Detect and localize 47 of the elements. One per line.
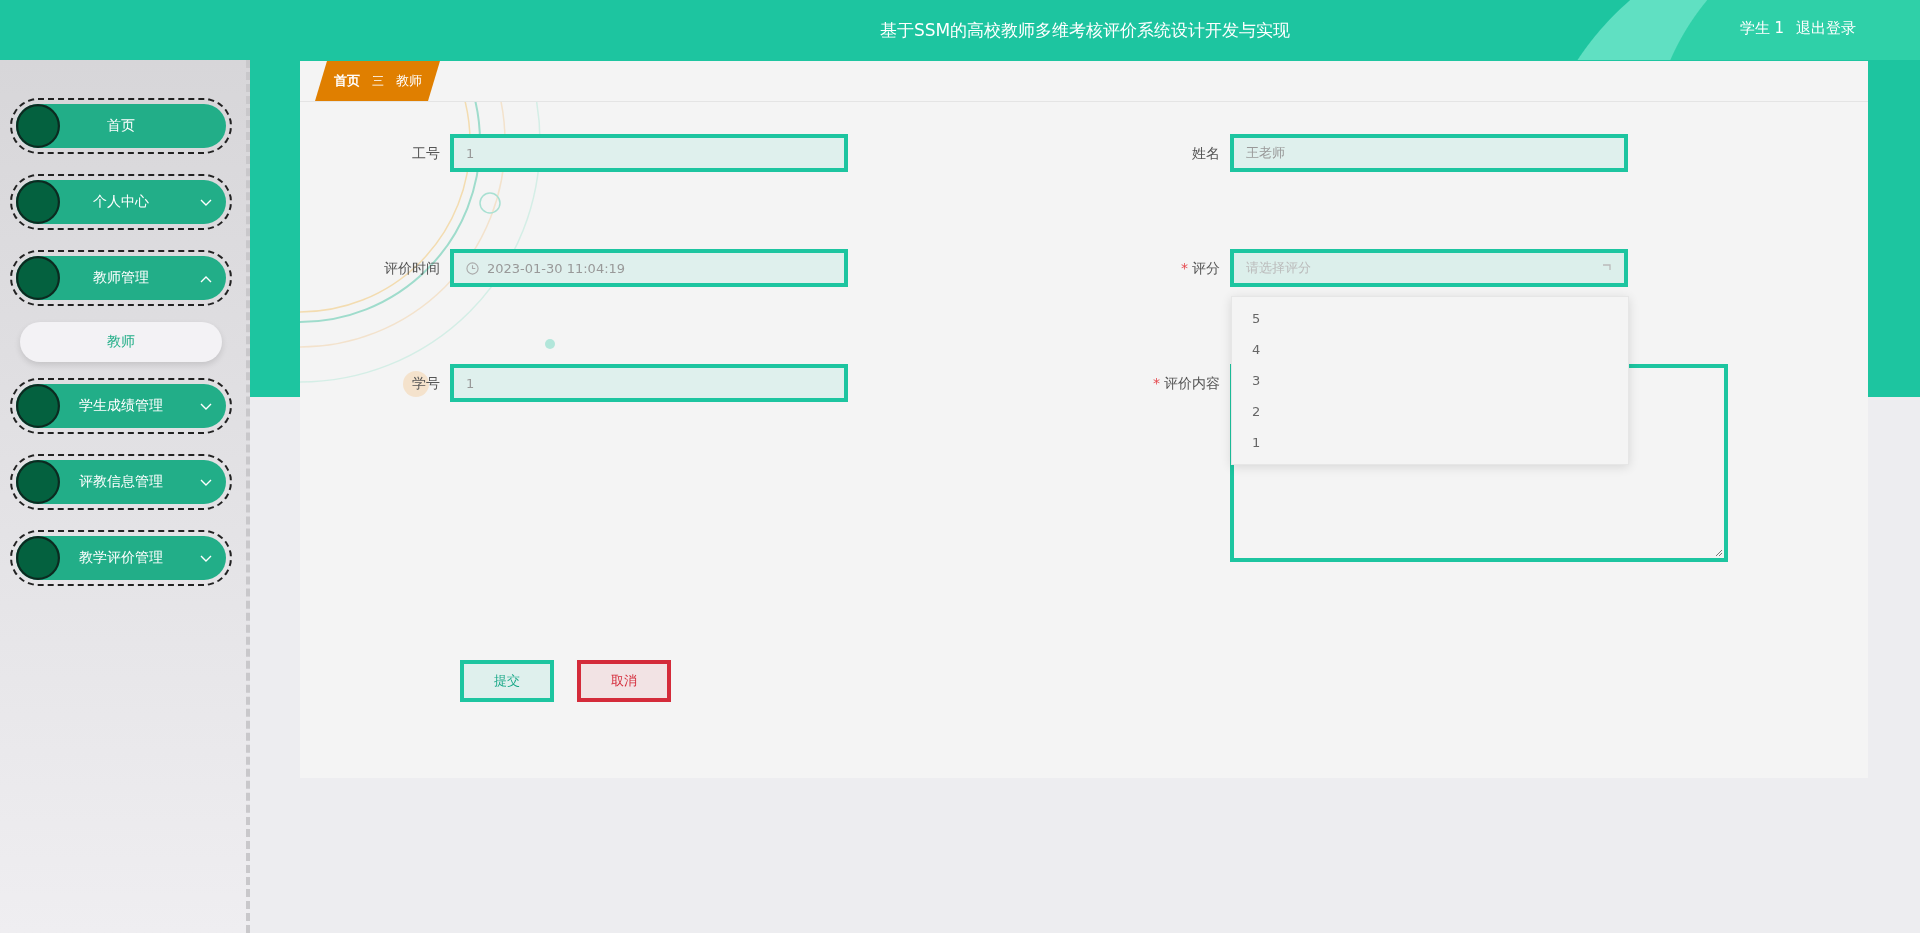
sidebar-item[interactable]: 个人中心 (10, 174, 232, 230)
app-title: 基于SSM的高校教师多维考核评价系统设计开发与实现 (879, 18, 1291, 42)
field-label: 姓名 (1191, 144, 1221, 163)
field-label: * 评价内容 (1152, 374, 1221, 393)
caret-icon (1602, 263, 1612, 273)
circle-icon (16, 180, 60, 224)
clock-icon (466, 261, 479, 275)
sidebar-item[interactable]: 学生成绩管理 (10, 378, 232, 434)
field-label: 评价时间 (383, 259, 441, 278)
chevron-icon (200, 555, 212, 563)
logout-link[interactable]: 退出登录 (1796, 19, 1856, 38)
user-name: 学生 1 (1739, 19, 1784, 38)
circle-icon (16, 256, 60, 300)
sidebar-item[interactable]: 教师管理 (10, 250, 232, 306)
date-value: 2023-01-30 11:04:19 (487, 260, 626, 276)
input-field[interactable]: 1 (450, 364, 848, 402)
date-field[interactable]: 2023-01-30 11:04:19 (450, 249, 848, 287)
chevron-icon (200, 479, 212, 487)
sidebar-item[interactable]: 教学评价管理 (10, 530, 232, 586)
circle-icon (16, 460, 60, 504)
form-button[interactable]: 取消 (577, 660, 671, 702)
dropdown-option[interactable]: 1 (1232, 427, 1628, 458)
chevron-icon (200, 199, 212, 207)
breadcrumb-link[interactable]: 首页 (333, 72, 360, 90)
required-mark: * (1181, 260, 1188, 276)
input-field[interactable]: 1 (450, 134, 848, 172)
chevron-icon (200, 275, 212, 283)
resize-icon (1713, 547, 1723, 557)
field-label: 工号 (411, 144, 441, 163)
input-field[interactable]: 王老师 (1230, 134, 1628, 172)
circle-icon (16, 384, 60, 428)
chevron-icon (200, 403, 212, 411)
circle-icon (16, 104, 60, 148)
dropdown-option[interactable]: 4 (1232, 334, 1628, 365)
required-mark: * (1153, 375, 1160, 391)
sidebar-item[interactable]: 首页 (10, 98, 232, 154)
submenu-item[interactable]: 教师 (20, 322, 222, 362)
dropdown-option[interactable]: 3 (1232, 365, 1628, 396)
field-label: * 评分 (1180, 259, 1221, 278)
breadcrumb-link[interactable]: 教师 (395, 72, 422, 90)
dropdown-option[interactable]: 2 (1232, 396, 1628, 427)
circle-icon (16, 536, 60, 580)
breadcrumb-separator: 三 (371, 72, 384, 90)
sidebar-item[interactable]: 评教信息管理 (10, 454, 232, 510)
form-button[interactable]: 提交 (460, 660, 554, 702)
dropdown-option[interactable]: 5 (1232, 303, 1628, 334)
field-label: 学号 (411, 374, 441, 393)
